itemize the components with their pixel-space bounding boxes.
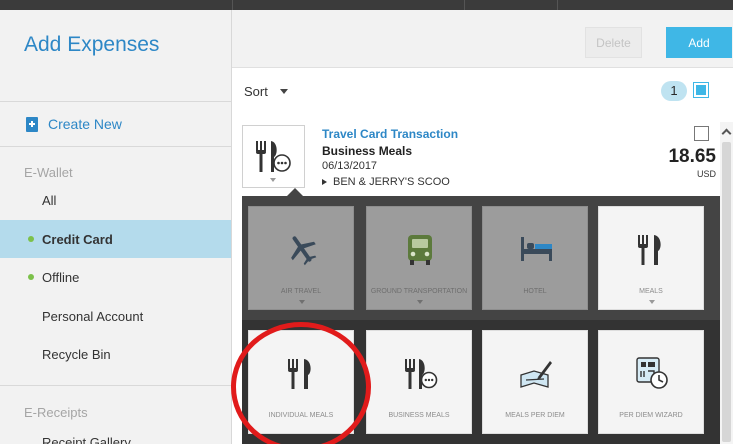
airplane-icon <box>291 236 317 266</box>
chevron-down-icon <box>417 300 423 304</box>
tile-label: AIR TRAVEL <box>280 288 322 295</box>
bed-icon <box>521 237 552 261</box>
sidebar-item-recycle-bin[interactable]: Recycle Bin <box>0 335 231 373</box>
meal-type-individual-meals[interactable]: INDIVIDUAL MEALS <box>248 330 354 434</box>
business-meals-icon <box>256 141 291 172</box>
create-new-button[interactable]: Create New <box>26 114 122 134</box>
fork-knife-icon <box>288 359 311 389</box>
pen-document-icon <box>520 361 552 388</box>
fork-knife-icon <box>638 235 661 265</box>
transaction-card[interactable]: Travel Card Transaction Business Meals 0… <box>242 122 719 202</box>
merchant-toggle[interactable]: BEN & JERRY'S SCOO <box>322 176 450 188</box>
tile-label: HOTEL <box>523 288 547 295</box>
section-ereceipts: E-Receipts <box>24 405 88 420</box>
meal-type-business-meals[interactable]: BUSINESS MEALS <box>366 330 472 434</box>
chevron-down-icon <box>299 300 305 304</box>
category-hotel[interactable]: HOTEL <box>482 206 588 310</box>
top-bar-divider <box>464 0 465 10</box>
per-diem-wizard-icon <box>636 357 668 389</box>
status-dot <box>28 274 34 280</box>
sidebar-item-personal-account[interactable]: Personal Account <box>0 297 231 335</box>
scrollbar-thumb[interactable] <box>722 142 731 442</box>
expense-type-selector[interactable] <box>242 125 305 188</box>
merchant-name: BEN & JERRY'S SCOO <box>333 176 450 188</box>
sort-dropdown[interactable]: Sort <box>244 84 288 99</box>
category-air-travel[interactable]: AIR TRAVEL <box>248 206 354 310</box>
create-new-label: Create New <box>48 116 122 132</box>
divider <box>0 385 231 386</box>
select-all-checkbox[interactable] <box>693 82 709 98</box>
section-ewallet: E-Wallet <box>24 165 73 180</box>
top-bar-divider <box>557 0 558 10</box>
meal-types-row: INDIVIDUAL MEALS BUSINESS MEALS MEALS PE… <box>242 320 720 444</box>
checked-square-icon <box>696 85 706 95</box>
transaction-currency: USD <box>696 169 716 179</box>
business-meals-icon <box>405 359 438 389</box>
category-ground-transportation[interactable]: GROUND TRANSPORTATION <box>366 206 472 310</box>
tile-label: BUSINESS MEALS <box>388 412 450 419</box>
sidebar-item-label: Personal Account <box>42 308 144 324</box>
caret-down-icon <box>279 89 288 94</box>
chevron-down-icon <box>270 178 276 182</box>
tile-label: INDIVIDUAL MEALS <box>268 412 334 419</box>
transaction-checkbox[interactable] <box>694 126 709 141</box>
meal-type-meals-per-diem[interactable]: MEALS PER DIEM <box>482 330 588 434</box>
expense-type: Business Meals <box>322 144 413 158</box>
new-document-icon <box>26 116 38 132</box>
sidebar-item-label: Receipt Gallery <box>42 434 131 444</box>
chevron-down-icon <box>649 300 655 304</box>
sidebar-item-offline[interactable]: Offline <box>0 258 231 296</box>
sidebar-item-label: Offline <box>42 269 80 285</box>
category-meals[interactable]: MEALS <box>598 206 704 310</box>
page-title: Add Expenses <box>24 33 160 56</box>
sort-label: Sort <box>244 84 268 99</box>
sidebar: Add Expenses Create New E-Wallet All Cre… <box>0 10 232 444</box>
scrollbar[interactable] <box>720 122 733 444</box>
sidebar-item-receipt-gallery[interactable]: Receipt Gallery <box>0 423 231 444</box>
expense-type-picker: AIR TRAVEL GROUND TRANSPORTATION HOTEL M… <box>242 196 720 444</box>
meal-type-per-diem-wizard[interactable]: PER DIEM WIZARD <box>598 330 704 434</box>
divider <box>0 146 231 147</box>
sidebar-item-all[interactable]: All <box>0 181 231 219</box>
sidebar-item-label: Recycle Bin <box>42 346 111 362</box>
tile-label: MEALS <box>639 288 663 295</box>
sidebar-item-credit-card[interactable]: Credit Card <box>0 220 231 258</box>
sidebar-item-label: Credit Card <box>42 231 113 247</box>
status-dot <box>28 236 34 242</box>
add-button[interactable]: Add <box>666 27 732 58</box>
divider <box>0 101 231 102</box>
toolbar: Delete Add <box>232 10 733 68</box>
transaction-date: 06/13/2017 <box>322 160 378 172</box>
tile-label: PER DIEM WIZARD <box>619 412 683 419</box>
transaction-amount: 18.65 <box>668 146 716 167</box>
delete-button[interactable]: Delete <box>585 27 642 58</box>
top-bar-divider <box>232 0 233 10</box>
selected-count-badge: 1 <box>661 81 687 101</box>
car-icon <box>408 235 432 265</box>
top-bar <box>0 0 733 10</box>
triangle-right-icon <box>322 179 327 185</box>
chevron-up-icon[interactable] <box>721 128 732 139</box>
transaction-title: Travel Card Transaction <box>322 127 459 141</box>
tile-label: GROUND TRANSPORTATION <box>370 288 468 295</box>
main-panel: Delete Add Sort 1 Travel Card Transactio… <box>232 10 733 444</box>
sidebar-item-label: All <box>42 192 57 208</box>
tile-label: MEALS PER DIEM <box>505 412 565 419</box>
